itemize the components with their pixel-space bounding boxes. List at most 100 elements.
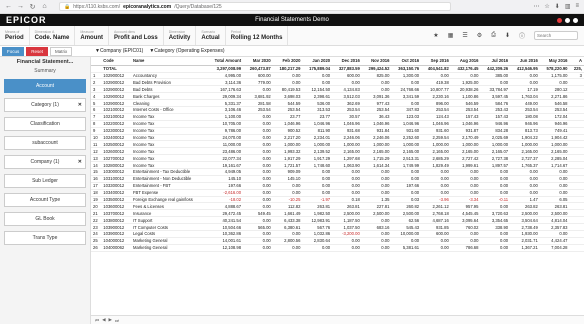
column-header[interactable]: Feb 2020 <box>272 57 303 66</box>
table-cell: 4,995.00 <box>206 72 244 80</box>
table-row[interactable]: 21 103700012 Insurance 29,472.45 549.45 1,661… <box>91 209 584 218</box>
filter-profit-loss[interactable]: Account dims Profit and Loss <box>109 26 164 45</box>
column-header[interactable]: May 2016 <box>539 57 570 66</box>
column-header[interactable]: Nov 2016 <box>361 57 392 66</box>
help-icon[interactable]: ⓘ <box>519 31 525 40</box>
table-row[interactable]: 14 102800012 Income Tax 19,161.67 0.00 1,721.… <box>91 161 584 169</box>
forward-icon[interactable]: → <box>17 3 24 10</box>
filter-actual[interactable]: Scenario Actual <box>196 26 226 45</box>
sidebar-button[interactable]: GL Book <box>4 212 86 226</box>
table-cell: 2,727.38 <box>480 154 511 163</box>
table-toggle-icon[interactable]: ☰ <box>462 32 467 39</box>
column-header[interactable]: Oct 2016 <box>391 57 422 66</box>
column-header[interactable]: Dec 2016 <box>332 57 362 66</box>
table-cell: 578,220.90 <box>539 65 570 73</box>
column-header[interactable]: Aug 2016 <box>450 57 481 66</box>
filter-activity[interactable]: Dimension Activity <box>164 26 197 45</box>
reload-icon[interactable]: ↻ <box>29 3 36 11</box>
filter-label: Dimension A <box>34 30 55 34</box>
table-cell: 104000012 <box>101 237 131 245</box>
table-row[interactable]: 16 103100012 Entertainment - Non Deductibl… <box>91 175 584 183</box>
table-row[interactable]: 3 102900012 Bad Debts 167,176.63 0.00 80,419.… <box>91 85 584 94</box>
prev-page-icon[interactable]: ◀ <box>102 317 105 323</box>
download-icon[interactable]: ⬇ <box>555 3 560 10</box>
more-icon[interactable]: ⋯ <box>533 3 539 10</box>
sidebar-button[interactable]: Category (1) ✕ <box>4 98 86 112</box>
column-header[interactable]: Code <box>101 57 131 66</box>
table-row[interactable]: 24 103900012 Legal Costs 10,362.86 0.00 0.00 1… <box>91 230 584 238</box>
table-row[interactable]: 23 103900012 IT Computer Costs 10,504.66 565… <box>91 223 584 231</box>
sidebar-button[interactable]: subaccount <box>4 136 86 150</box>
table-row[interactable]: 18 103400012 FBT Expense -2,616.00 0.00 0.00 0… <box>91 189 584 197</box>
filter-amount[interactable]: Measure Amount <box>75 26 110 45</box>
matrix-button[interactable]: Matrix <box>50 46 73 56</box>
table-row[interactable]: 26 104000062 Marketing General 12,108.98 0.0… <box>91 244 584 252</box>
sidebar-button[interactable]: Account Type <box>4 193 86 207</box>
back-icon[interactable]: ← <box>5 3 12 10</box>
selection-chip-category[interactable]: ▼Category (Operating Expenses) <box>149 48 224 54</box>
table-row[interactable]: 10 102400012 Income Tax 24,070.00 0.00 2,217.… <box>91 134 584 142</box>
clear-filter-icon[interactable]: ✕ <box>78 102 82 108</box>
settings-icon[interactable] <box>573 17 578 23</box>
sidebar-button[interactable]: Account <box>4 79 86 93</box>
column-header[interactable]: Jul 2016 <box>480 57 511 66</box>
table-row[interactable]: 13 102700012 Income Tax 22,077.34 0.00 1,917.… <box>91 154 584 163</box>
table-row[interactable]: 19 103500012 Foreign Exchange real gain/lo… <box>91 196 584 204</box>
filter-code-name[interactable]: Dimension A Code. Name <box>30 26 76 45</box>
filter-rolling[interactable]: Period Rolling 12 Months <box>226 26 289 45</box>
column-header[interactable]: Name <box>130 57 207 66</box>
menu-icon[interactable]: ≡ <box>575 3 579 10</box>
column-header[interactable]: Sep 2016 <box>421 57 451 66</box>
selection-chip-company[interactable]: ▼Company (EPIC01) <box>95 48 143 54</box>
column-header[interactable]: A <box>569 57 584 66</box>
table-cell: 1,000.00 <box>510 140 540 149</box>
table-row[interactable]: 9 102300012 Income Tax 9,786.00 0.00 900.52 81… <box>91 127 584 135</box>
table-row[interactable]: 17 103300012 Entertainment - FBT 197.66 0.00… <box>91 182 584 190</box>
table-row[interactable]: 25 104000012 Marketing General 14,001.61 0.0… <box>91 237 584 245</box>
column-header[interactable]: Mar 2020 <box>243 57 273 66</box>
column-header[interactable]: Jun 2016 <box>510 57 540 66</box>
next-page-icon[interactable]: ▶ <box>109 317 112 323</box>
table-row[interactable]: 6 102100012 Internet Costs - Office 3,106.4… <box>91 106 584 114</box>
table-row[interactable]: 1 102900012 Accountancy 4,995.00 600.00 0.00 0… <box>91 72 584 80</box>
user-icon[interactable] <box>565 17 570 23</box>
table-cell <box>569 147 584 156</box>
table-cell: 1,904.42 <box>539 134 570 142</box>
chart-toggle-icon[interactable]: ▦ <box>448 32 454 39</box>
table-row[interactable]: 11 102500012 Income Tax 11,000.00 0.00 1,000.… <box>91 140 584 149</box>
focus-button[interactable]: Focus <box>2 46 25 56</box>
table-row[interactable]: 22 103800012 IT Support 40,241.54 0.00 6,433.… <box>91 216 584 225</box>
filter-period[interactable]: Means of Period <box>0 26 30 45</box>
table-row[interactable]: 5 102900012 Cleaning 5,331.37 281.58 544.59 53… <box>91 99 584 107</box>
table-row[interactable]: 8 102200012 Income Tax 10,705.00 0.00 1,046.9… <box>91 120 584 128</box>
last-page-icon[interactable]: ⏭ <box>115 318 119 323</box>
column-header[interactable]: Jan 2020 <box>302 57 333 66</box>
library-icon[interactable]: ▥ <box>565 3 571 10</box>
table-row[interactable]: 20 103600012 Fees & Licenses 4,888.67 0.00 11… <box>91 202 584 211</box>
table-cell: 197.66 <box>391 182 422 190</box>
export-icon[interactable]: ⬇ <box>505 32 510 39</box>
sidebar-button[interactable]: Classification <box>4 117 86 131</box>
address-bar[interactable]: 🔒 https://110.ksbs.com/epicoranalytics.c… <box>59 2 451 11</box>
table-row[interactable]: 12 102600012 Income Tax 23,486.00 0.00 1,993.… <box>91 147 584 156</box>
clear-filter-icon[interactable]: ✕ <box>78 159 82 165</box>
table-row[interactable]: 15 103000012 Entertainment - Tax Deductibl… <box>91 168 584 176</box>
table-row[interactable]: 4 102900012 Bank Charges 29,009.34 3,681.92 3… <box>91 92 584 101</box>
table-row[interactable]: 2 102900012 Bad Debts Provision 3,114.36 779… <box>91 78 584 87</box>
first-page-icon[interactable]: ⏮ <box>95 318 99 323</box>
table-row[interactable]: 7 102100012 Income Tax 1,100.00 0.00 23.77 23.… <box>91 113 584 121</box>
bookmark-icon[interactable]: ☆ <box>544 3 549 10</box>
print-icon[interactable]: ⎙ <box>491 32 496 39</box>
sidebar-button[interactable]: Trans Type <box>4 231 86 245</box>
table-cell: 263.81 <box>539 202 570 211</box>
sidebar-button[interactable]: Company (1) ✕ <box>4 155 86 169</box>
home-icon[interactable]: ⌂ <box>41 3 48 10</box>
column-header[interactable]: Total Amount <box>206 57 244 66</box>
reset-button[interactable]: Reset <box>26 46 49 56</box>
sidebar-button[interactable]: Sub Ledger <box>4 174 86 188</box>
search-input[interactable] <box>534 31 578 40</box>
bookmark-filter-icon[interactable]: ★ <box>433 32 438 39</box>
table-cell: 103700012 <box>101 209 131 218</box>
table-cell: 1.47 <box>510 196 540 204</box>
settings-gear-icon[interactable]: ⚙ <box>477 32 482 39</box>
